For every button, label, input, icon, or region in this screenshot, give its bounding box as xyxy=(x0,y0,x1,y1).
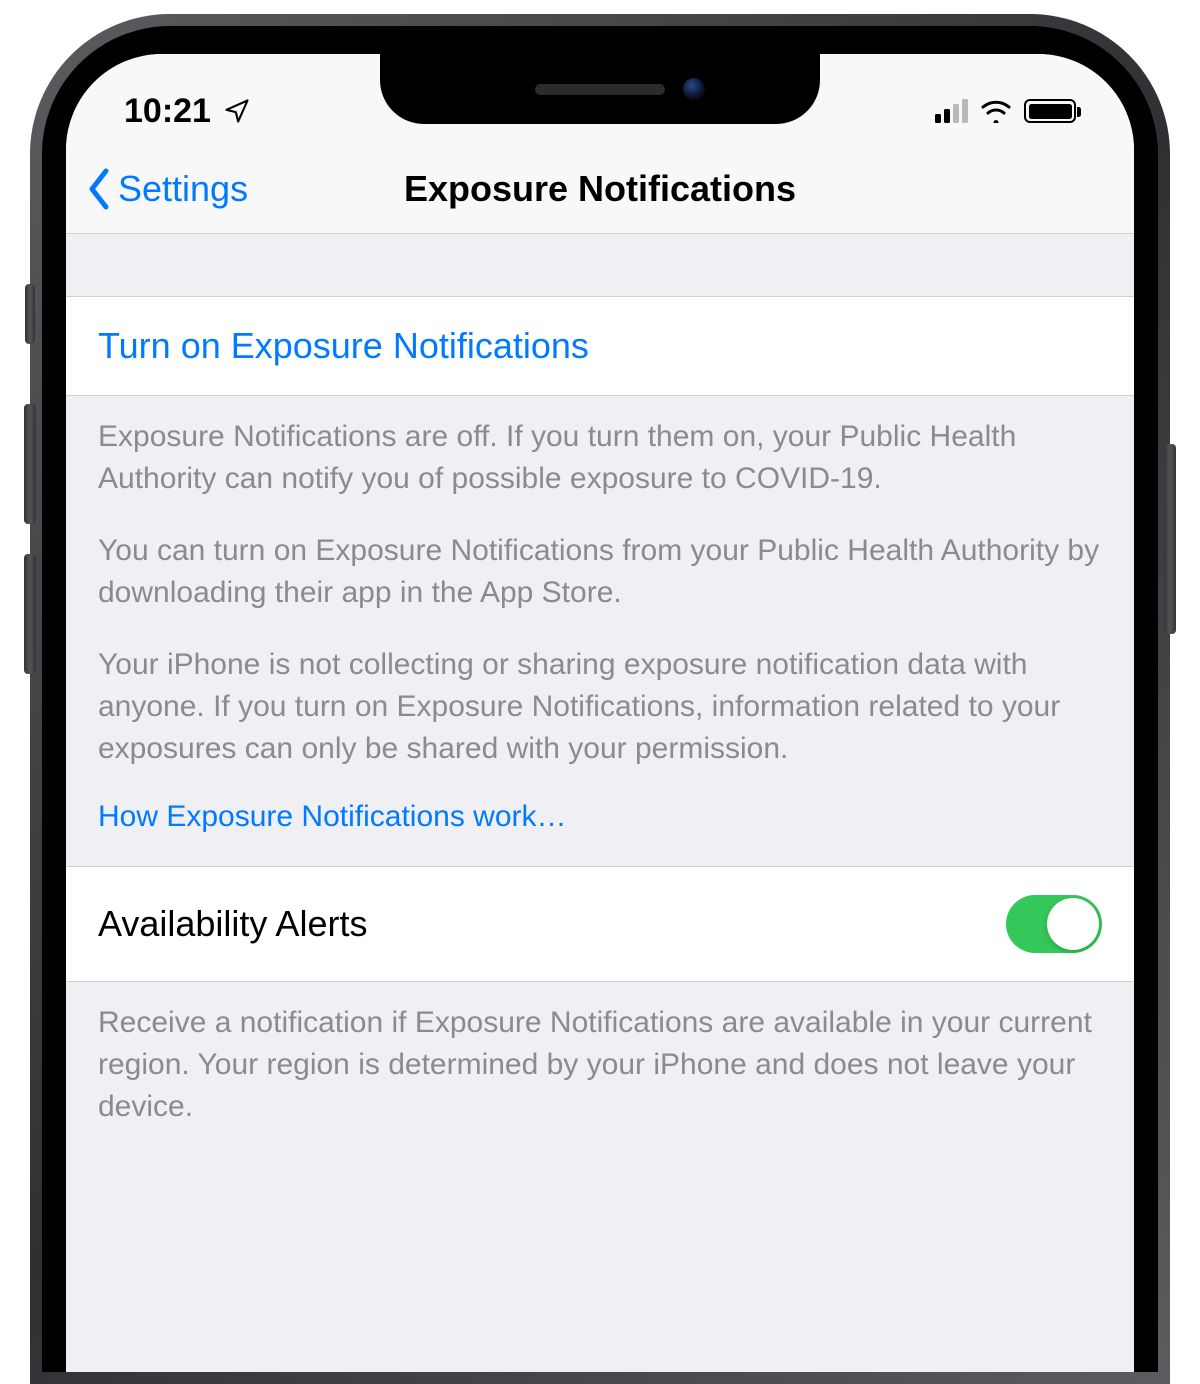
turn-on-row[interactable]: Turn on Exposure Notifications xyxy=(66,296,1134,396)
how-it-works-link[interactable]: How Exposure Notifications work… xyxy=(66,800,1134,866)
battery-icon xyxy=(1024,99,1076,123)
toggle-knob xyxy=(1047,898,1099,950)
availability-alerts-desc: Receive a notification if Exposure Notif… xyxy=(98,1002,1102,1128)
availability-alerts-row: Availability Alerts xyxy=(66,866,1134,982)
availability-alerts-toggle[interactable] xyxy=(1006,895,1102,953)
mute-switch[interactable] xyxy=(25,284,35,344)
back-label: Settings xyxy=(118,168,248,210)
turn-on-desc-3: Your iPhone is not collecting or sharing… xyxy=(98,644,1102,770)
screen: 10:21 xyxy=(66,54,1134,1372)
cellular-signal-icon xyxy=(935,99,968,123)
volume-down-button[interactable] xyxy=(24,554,36,674)
location-icon xyxy=(223,97,251,125)
notch xyxy=(380,54,820,124)
turn-on-description: Exposure Notifications are off. If you t… xyxy=(66,396,1134,770)
back-button[interactable]: Settings xyxy=(66,167,248,211)
page-title: Exposure Notifications xyxy=(404,168,796,210)
power-button[interactable] xyxy=(1164,444,1176,634)
phone-bezel: 10:21 xyxy=(42,26,1158,1372)
phone-frame: 10:21 xyxy=(30,14,1170,1384)
availability-alerts-label: Availability Alerts xyxy=(98,903,367,945)
chevron-left-icon xyxy=(86,167,114,211)
status-time: 10:21 xyxy=(124,92,211,131)
turn-on-label: Turn on Exposure Notifications xyxy=(98,325,589,367)
navigation-bar: Settings Exposure Notifications xyxy=(66,144,1134,234)
turn-on-desc-2: You can turn on Exposure Notifications f… xyxy=(98,530,1102,614)
availability-alerts-description: Receive a notification if Exposure Notif… xyxy=(66,982,1134,1128)
front-camera xyxy=(683,78,705,100)
volume-up-button[interactable] xyxy=(24,404,36,524)
content-area: Turn on Exposure Notifications Exposure … xyxy=(66,234,1134,1128)
speaker-grille xyxy=(535,84,665,95)
turn-on-desc-1: Exposure Notifications are off. If you t… xyxy=(98,416,1102,500)
wifi-icon xyxy=(980,99,1012,123)
